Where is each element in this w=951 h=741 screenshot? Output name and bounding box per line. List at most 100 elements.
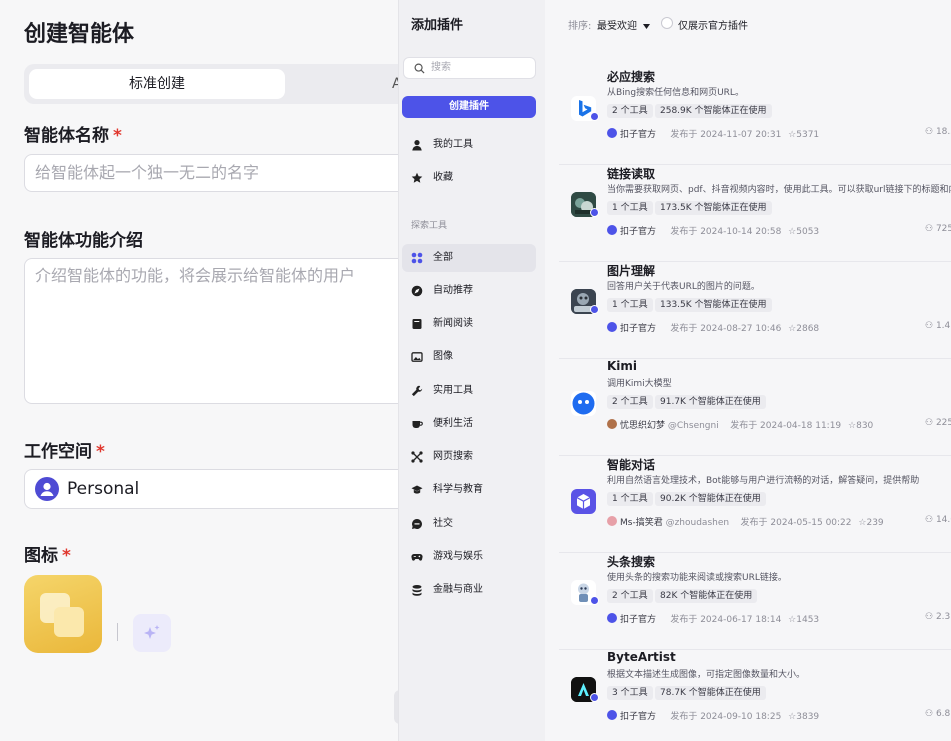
tool-count-tag: 1 个工具 xyxy=(607,298,653,312)
nav-favorites[interactable]: 收藏 xyxy=(402,164,536,192)
nav-category-all[interactable]: 全部 xyxy=(402,244,536,272)
plugin-card-toutiao-search[interactable]: 头条搜索 使用头条的搜索功能来阅读或搜索URL链接。 2 个工具 82K 个智能… xyxy=(559,553,951,650)
call-count: ⚇ 1.4M xyxy=(925,321,951,331)
plugin-meta: 扣子官方 发布于 2024-08-27 10:46 ☆2868 xyxy=(607,321,819,334)
graduation-icon xyxy=(411,485,423,494)
book-icon xyxy=(412,319,422,329)
plugin-card-kimi[interactable]: Kimi 调用Kimi大模型 2 个工具 91.7K 个智能体正在使用 忧思织幻… xyxy=(559,359,951,456)
author-avatar xyxy=(607,516,617,526)
plugin-meta: 扣子官方 发布于 2024-09-10 18:25 ☆3839 xyxy=(607,709,819,722)
agent-name-input[interactable]: 给智能体起一个独一无二的名字 xyxy=(24,154,398,192)
required-mark: * xyxy=(113,126,122,146)
usage-tag: 133.5K 个智能体正在使用 xyxy=(655,298,772,312)
nav-category-image[interactable]: 图像 xyxy=(402,343,536,371)
chat-icon xyxy=(411,519,422,529)
verified-badge-icon xyxy=(590,693,599,702)
nav-category-auto-recommend[interactable]: 自动推荐 xyxy=(402,277,536,305)
plugin-meta: 扣子官方 发布于 2024-11-07 20:31 ☆5371 xyxy=(607,127,819,140)
ai-generate-icon-button[interactable] xyxy=(133,614,171,652)
plugin-card-byteartist[interactable]: ByteArtist 根据文本描述生成图像，可指定图像数量和大小。 3 个工具 … xyxy=(559,650,951,741)
caret-down-icon xyxy=(643,24,651,29)
nav-category-lifestyle[interactable]: 便利生活 xyxy=(402,410,536,438)
workspace-label: 工作空间 * xyxy=(24,442,105,462)
plugin-meta: 忧思织幻梦 @Chsengni 发布于 2024-04-18 11:19 ☆83… xyxy=(607,418,873,431)
plugin-card-bing[interactable]: 必应搜索 从Bing搜索任何信息和网页URL。 2 个工具 258.9K 个智能… xyxy=(559,68,951,165)
usage-tag: 90.2K 个智能体正在使用 xyxy=(655,492,766,506)
star-outline-icon: ☆ xyxy=(848,421,857,431)
wrench-icon xyxy=(411,385,423,397)
tool-count-tag: 1 个工具 xyxy=(607,201,653,215)
usage-tag: 173.5K 个智能体正在使用 xyxy=(655,201,772,215)
official-avatar-icon xyxy=(607,128,617,138)
author-avatar xyxy=(607,419,617,429)
create-agent-form: 创建智能体 标准创建 A 智能体名称 * 给智能体起一个独一无二的名字 智能体功能… xyxy=(0,0,398,741)
usage-tag: 91.7K 个智能体正在使用 xyxy=(655,395,766,409)
plugin-list-panel: 排序: 最受欢迎 仅展示官方插件 必应搜索 从Bing搜索任何信息和网页URL。… xyxy=(545,0,951,741)
form-title: 创建智能体 xyxy=(24,22,135,47)
plugin-meta: Ms-搞笑君 @zhoudashen 发布于 2024-05-15 00:22 … xyxy=(607,515,884,528)
star-icon xyxy=(411,172,423,183)
nav-category-social[interactable]: 社交 xyxy=(402,510,536,538)
verified-badge-icon xyxy=(590,305,599,314)
tool-count-tag: 2 个工具 xyxy=(607,104,653,118)
nav-category-games[interactable]: 游戏与娱乐 xyxy=(402,543,536,571)
usage-tag: 78.7K 个智能体正在使用 xyxy=(655,686,766,700)
call-count: ⚇ 725.9K xyxy=(925,224,951,234)
plugin-category-sidebar: 添加插件 搜索 创建插件 我的工具 收藏 探索工具 全部 自动推荐 新闻阅读 图… xyxy=(398,0,545,741)
plugin-card-image-understanding[interactable]: 图片理解 回答用户关于代表URL的图片的问题。 1 个工具 133.5K 个智能… xyxy=(559,262,951,359)
usage-tag: 258.9K 个智能体正在使用 xyxy=(655,104,772,118)
plugin-meta: 扣子官方 发布于 2024-10-14 20:58 ☆5053 xyxy=(607,224,819,237)
official-avatar-icon xyxy=(607,613,617,623)
plugin-search-input[interactable]: 搜索 xyxy=(403,57,536,79)
create-mode-tabs: 标准创建 A xyxy=(24,64,398,104)
workspace-avatar-icon xyxy=(35,477,59,501)
cube-logo-icon xyxy=(571,489,596,514)
agent-name-label: 智能体名称 * xyxy=(24,126,122,146)
nav-category-web-search[interactable]: 网页搜索 xyxy=(402,443,536,471)
plugin-meta: 扣子官方 发布于 2024-06-17 18:14 ☆1453 xyxy=(607,612,819,625)
verified-badge-icon xyxy=(590,112,599,121)
add-plugin-title: 添加插件 xyxy=(411,18,464,33)
nav-category-utilities[interactable]: 实用工具 xyxy=(402,377,536,405)
agent-intro-label: 智能体功能介绍 xyxy=(24,231,143,251)
coins-icon xyxy=(412,585,422,596)
sparkle-icon xyxy=(144,625,160,639)
plugin-card-smart-dialogue[interactable]: 智能对话 利用自然语言处理技术，Bot能够与用户进行流畅的对话，解答疑问，提供帮… xyxy=(559,456,951,553)
search-icon xyxy=(414,63,425,74)
plugin-card-link-reader[interactable]: 链接读取 当你需要获取网页、pdf、抖音视频内容时，使用此工具。可以获取url链… xyxy=(559,165,951,262)
workspace-select[interactable]: Personal xyxy=(24,469,398,509)
agent-avatar-icon[interactable] xyxy=(24,575,102,653)
kimi-logo-icon xyxy=(571,391,596,416)
official-only-radio[interactable] xyxy=(661,17,673,29)
nav-category-science-education[interactable]: 科学与教育 xyxy=(402,476,536,504)
divider xyxy=(117,623,118,641)
user-icon xyxy=(412,140,422,151)
official-avatar-icon xyxy=(607,322,617,332)
create-plugin-button[interactable]: 创建插件 xyxy=(402,96,536,118)
verified-badge-icon xyxy=(590,596,599,605)
official-only-label: 仅展示官方插件 xyxy=(678,21,748,32)
call-count: ⚇ 14.6K xyxy=(925,515,951,525)
network-icon xyxy=(411,451,423,463)
sort-label: 排序: xyxy=(568,21,592,32)
required-mark: * xyxy=(62,546,71,566)
icon-label: 图标 * xyxy=(24,546,71,566)
call-count: ⚇ 6.8M xyxy=(925,709,951,719)
nav-category-news[interactable]: 新闻阅读 xyxy=(402,310,536,338)
call-count: ⚇ 225.7K xyxy=(925,418,951,428)
tool-count-tag: 1 个工具 xyxy=(607,492,653,506)
tool-count-tag: 2 个工具 xyxy=(607,589,653,603)
image-icon xyxy=(411,352,423,362)
call-count: ⚇ 18.5M xyxy=(925,127,951,137)
nav-category-finance[interactable]: 金融与商业 xyxy=(402,576,536,604)
workspace-value: Personal xyxy=(67,479,140,499)
sort-dropdown[interactable]: 最受欢迎 xyxy=(597,17,651,32)
official-avatar-icon xyxy=(607,710,617,720)
nav-my-tools[interactable]: 我的工具 xyxy=(402,131,536,159)
agent-intro-textarea[interactable]: 介绍智能体的功能，将会展示给智能体的用户 xyxy=(24,258,398,404)
tab-standard-create[interactable]: 标准创建 xyxy=(29,69,285,99)
verified-badge-icon xyxy=(590,208,599,217)
cup-icon xyxy=(412,421,423,428)
tool-count-tag: 3 个工具 xyxy=(607,686,653,700)
compass-icon xyxy=(411,285,423,297)
